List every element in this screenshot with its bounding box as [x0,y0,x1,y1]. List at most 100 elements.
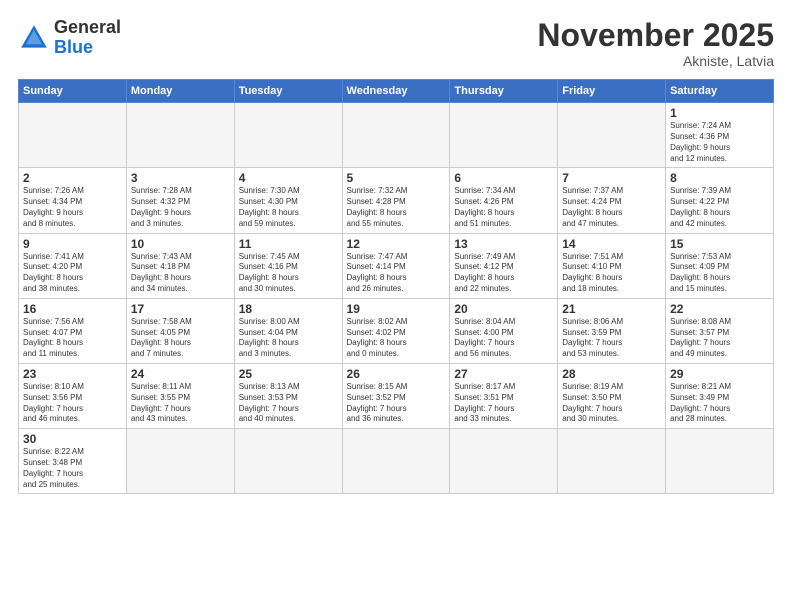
table-row [342,103,450,168]
day-number: 16 [23,302,122,316]
header-thursday: Thursday [450,80,558,103]
logo-general: General [54,18,121,38]
day-number: 6 [454,171,553,185]
calendar-week-row: 1Sunrise: 7:24 AM Sunset: 4:36 PM Daylig… [19,103,774,168]
day-number: 30 [23,432,122,446]
table-row: 24Sunrise: 8:11 AM Sunset: 3:55 PM Dayli… [126,363,234,428]
day-number: 2 [23,171,122,185]
header-monday: Monday [126,80,234,103]
day-info: Sunrise: 7:51 AM Sunset: 4:10 PM Dayligh… [562,252,661,295]
day-info: Sunrise: 8:21 AM Sunset: 3:49 PM Dayligh… [670,382,769,425]
table-row [450,429,558,494]
day-number: 7 [562,171,661,185]
table-row: 30Sunrise: 8:22 AM Sunset: 3:48 PM Dayli… [19,429,127,494]
day-number: 19 [347,302,446,316]
table-row: 3Sunrise: 7:28 AM Sunset: 4:32 PM Daylig… [126,168,234,233]
table-row: 2Sunrise: 7:26 AM Sunset: 4:34 PM Daylig… [19,168,127,233]
table-row: 19Sunrise: 8:02 AM Sunset: 4:02 PM Dayli… [342,298,450,363]
day-info: Sunrise: 8:00 AM Sunset: 4:04 PM Dayligh… [239,317,338,360]
day-info: Sunrise: 7:41 AM Sunset: 4:20 PM Dayligh… [23,252,122,295]
day-info: Sunrise: 7:45 AM Sunset: 4:16 PM Dayligh… [239,252,338,295]
table-row: 26Sunrise: 8:15 AM Sunset: 3:52 PM Dayli… [342,363,450,428]
logo-area: General Blue [18,18,121,58]
table-row: 10Sunrise: 7:43 AM Sunset: 4:18 PM Dayli… [126,233,234,298]
day-number: 12 [347,237,446,251]
day-number: 20 [454,302,553,316]
table-row [558,103,666,168]
table-row [234,429,342,494]
day-number: 13 [454,237,553,251]
day-info: Sunrise: 8:08 AM Sunset: 3:57 PM Dayligh… [670,317,769,360]
table-row: 25Sunrise: 8:13 AM Sunset: 3:53 PM Dayli… [234,363,342,428]
day-number: 24 [131,367,230,381]
day-number: 21 [562,302,661,316]
header-friday: Friday [558,80,666,103]
day-info: Sunrise: 7:26 AM Sunset: 4:34 PM Dayligh… [23,186,122,229]
day-info: Sunrise: 8:19 AM Sunset: 3:50 PM Dayligh… [562,382,661,425]
header: General Blue November 2025 Akniste, Latv… [18,18,774,69]
table-row: 27Sunrise: 8:17 AM Sunset: 3:51 PM Dayli… [450,363,558,428]
day-info: Sunrise: 7:34 AM Sunset: 4:26 PM Dayligh… [454,186,553,229]
day-info: Sunrise: 7:53 AM Sunset: 4:09 PM Dayligh… [670,252,769,295]
day-number: 17 [131,302,230,316]
table-row: 9Sunrise: 7:41 AM Sunset: 4:20 PM Daylig… [19,233,127,298]
table-row: 15Sunrise: 7:53 AM Sunset: 4:09 PM Dayli… [666,233,774,298]
day-info: Sunrise: 7:24 AM Sunset: 4:36 PM Dayligh… [670,121,769,164]
month-title: November 2025 [537,18,774,53]
table-row: 14Sunrise: 7:51 AM Sunset: 4:10 PM Dayli… [558,233,666,298]
day-info: Sunrise: 8:13 AM Sunset: 3:53 PM Dayligh… [239,382,338,425]
calendar-week-row: 30Sunrise: 8:22 AM Sunset: 3:48 PM Dayli… [19,429,774,494]
day-info: Sunrise: 8:02 AM Sunset: 4:02 PM Dayligh… [347,317,446,360]
table-row [126,429,234,494]
header-sunday: Sunday [19,80,127,103]
day-number: 4 [239,171,338,185]
day-info: Sunrise: 7:56 AM Sunset: 4:07 PM Dayligh… [23,317,122,360]
table-row: 13Sunrise: 7:49 AM Sunset: 4:12 PM Dayli… [450,233,558,298]
day-number: 25 [239,367,338,381]
day-info: Sunrise: 8:04 AM Sunset: 4:00 PM Dayligh… [454,317,553,360]
day-info: Sunrise: 7:47 AM Sunset: 4:14 PM Dayligh… [347,252,446,295]
calendar-week-row: 9Sunrise: 7:41 AM Sunset: 4:20 PM Daylig… [19,233,774,298]
title-area: November 2025 Akniste, Latvia [537,18,774,69]
table-row: 7Sunrise: 7:37 AM Sunset: 4:24 PM Daylig… [558,168,666,233]
table-row: 11Sunrise: 7:45 AM Sunset: 4:16 PM Dayli… [234,233,342,298]
table-row [234,103,342,168]
day-number: 10 [131,237,230,251]
day-number: 28 [562,367,661,381]
day-number: 26 [347,367,446,381]
day-number: 8 [670,171,769,185]
table-row: 1Sunrise: 7:24 AM Sunset: 4:36 PM Daylig… [666,103,774,168]
day-info: Sunrise: 7:43 AM Sunset: 4:18 PM Dayligh… [131,252,230,295]
table-row: 8Sunrise: 7:39 AM Sunset: 4:22 PM Daylig… [666,168,774,233]
table-row [19,103,127,168]
day-info: Sunrise: 8:17 AM Sunset: 3:51 PM Dayligh… [454,382,553,425]
header-saturday: Saturday [666,80,774,103]
table-row: 6Sunrise: 7:34 AM Sunset: 4:26 PM Daylig… [450,168,558,233]
table-row: 12Sunrise: 7:47 AM Sunset: 4:14 PM Dayli… [342,233,450,298]
table-row: 16Sunrise: 7:56 AM Sunset: 4:07 PM Dayli… [19,298,127,363]
day-info: Sunrise: 8:10 AM Sunset: 3:56 PM Dayligh… [23,382,122,425]
day-number: 14 [562,237,661,251]
logo-icon [18,22,50,54]
calendar-week-row: 16Sunrise: 7:56 AM Sunset: 4:07 PM Dayli… [19,298,774,363]
table-row [450,103,558,168]
table-row: 17Sunrise: 7:58 AM Sunset: 4:05 PM Dayli… [126,298,234,363]
table-row: 28Sunrise: 8:19 AM Sunset: 3:50 PM Dayli… [558,363,666,428]
page: General Blue November 2025 Akniste, Latv… [0,0,792,612]
day-number: 15 [670,237,769,251]
day-info: Sunrise: 7:30 AM Sunset: 4:30 PM Dayligh… [239,186,338,229]
day-number: 1 [670,106,769,120]
day-info: Sunrise: 7:37 AM Sunset: 4:24 PM Dayligh… [562,186,661,229]
table-row: 21Sunrise: 8:06 AM Sunset: 3:59 PM Dayli… [558,298,666,363]
location: Akniste, Latvia [537,53,774,69]
day-info: Sunrise: 7:39 AM Sunset: 4:22 PM Dayligh… [670,186,769,229]
day-info: Sunrise: 8:11 AM Sunset: 3:55 PM Dayligh… [131,382,230,425]
table-row [342,429,450,494]
day-number: 3 [131,171,230,185]
weekday-header-row: Sunday Monday Tuesday Wednesday Thursday… [19,80,774,103]
calendar-week-row: 2Sunrise: 7:26 AM Sunset: 4:34 PM Daylig… [19,168,774,233]
logo-blue: Blue [54,38,121,58]
header-wednesday: Wednesday [342,80,450,103]
logo-text: General Blue [54,18,121,58]
day-number: 9 [23,237,122,251]
